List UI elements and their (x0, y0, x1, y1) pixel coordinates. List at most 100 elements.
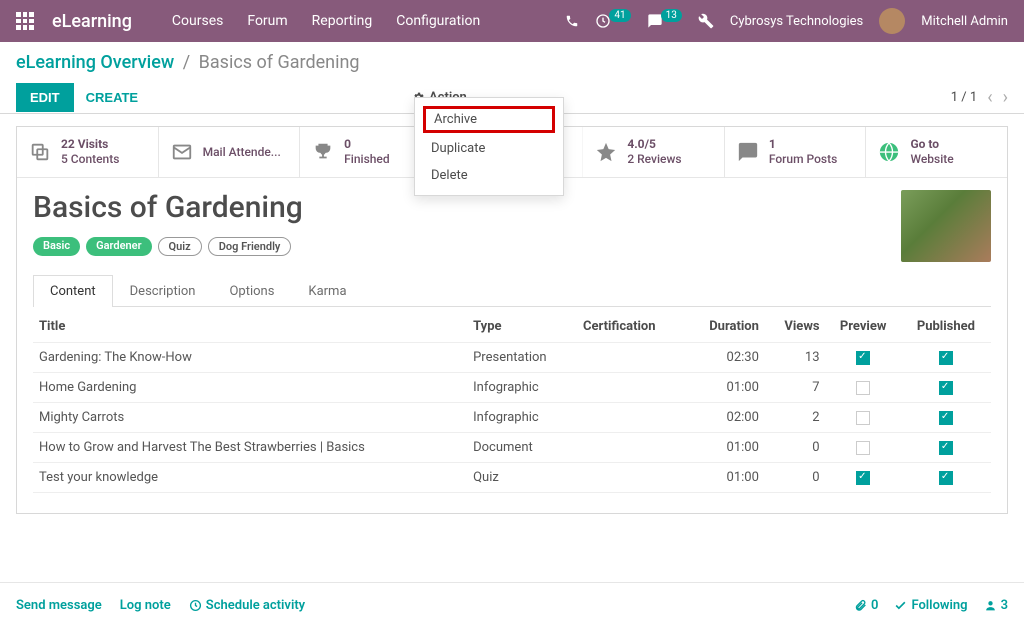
cell-views: 0 (765, 463, 826, 493)
schedule-activity-label: Schedule activity (206, 598, 305, 613)
th-views[interactable]: Views (765, 311, 826, 343)
copy-icon (29, 141, 51, 163)
star-icon (595, 141, 617, 163)
breadcrumb-root[interactable]: eLearning Overview (16, 52, 174, 73)
action-dropdown-menu: Archive Duplicate Delete (414, 97, 564, 196)
tab-content[interactable]: Content (33, 275, 113, 307)
systray: 41 13 Cybrosys Technologies Mitchell Adm… (565, 8, 1008, 34)
attachments-button[interactable]: 0 (854, 598, 878, 613)
table-row[interactable]: Home GardeningInfographic01:007 (33, 373, 991, 403)
cell-title: Mighty Carrots (33, 403, 467, 433)
cell-cert (577, 343, 686, 373)
table-row[interactable]: How to Grow and Harvest The Best Strawbe… (33, 433, 991, 463)
tag-gardener[interactable]: Gardener (86, 237, 151, 256)
cell-title: Home Gardening (33, 373, 467, 403)
cell-duration: 02:00 (686, 403, 765, 433)
stat-finished-bottom: Finished (344, 152, 389, 167)
breadcrumb: eLearning Overview / Basics of Gardening (16, 52, 1008, 73)
th-published[interactable]: Published (901, 311, 991, 343)
create-button[interactable]: CREATE (86, 90, 138, 105)
cell-type: Infographic (467, 403, 577, 433)
stat-visits[interactable]: 22 Visits5 Contents (17, 127, 159, 177)
stat-website[interactable]: Go toWebsite (866, 127, 1007, 177)
activities-button[interactable]: 41 (595, 13, 630, 29)
cell-published[interactable] (901, 373, 991, 403)
followers-button[interactable]: 3 (984, 598, 1008, 613)
comment-icon (737, 141, 759, 163)
cell-published[interactable] (901, 343, 991, 373)
brand-title: eLearning (52, 11, 132, 32)
stat-forum-top: 1 (769, 137, 837, 152)
table-row[interactable]: Test your knowledgeQuiz01:000 (33, 463, 991, 493)
following-button[interactable]: Following (894, 598, 967, 613)
cell-duration: 01:00 (686, 463, 765, 493)
stat-mail-label: Mail Attende... (203, 145, 281, 160)
log-note-button[interactable]: Log note (120, 598, 171, 613)
pager-text: 1 / 1 (951, 90, 977, 105)
paperclip-icon (854, 599, 867, 612)
tab-karma[interactable]: Karma (291, 275, 363, 307)
stat-rating-bottom: 2 Reviews (627, 152, 681, 167)
cell-preview[interactable] (826, 373, 901, 403)
check-icon (894, 599, 907, 612)
activities-count: 41 (609, 9, 630, 22)
stat-forum-bottom: Forum Posts (769, 152, 837, 167)
tag-basic[interactable]: Basic (33, 237, 80, 256)
th-cert[interactable]: Certification (577, 311, 686, 343)
action-delete[interactable]: Delete (415, 162, 563, 189)
menu-forum[interactable]: Forum (247, 13, 287, 29)
stat-finished-top: 0 (344, 137, 389, 152)
stat-forum[interactable]: 1Forum Posts (725, 127, 867, 177)
menu-courses[interactable]: Courses (172, 13, 223, 29)
cell-published[interactable] (901, 433, 991, 463)
stat-rating[interactable]: 4.0/52 Reviews (583, 127, 725, 177)
tab-options[interactable]: Options (212, 275, 291, 307)
breadcrumb-separator: / (183, 52, 190, 73)
table-row[interactable]: Gardening: The Know-HowPresentation02:30… (33, 343, 991, 373)
stat-mail-attendees[interactable]: Mail Attende... (159, 127, 301, 177)
cell-views: 2 (765, 403, 826, 433)
messages-button[interactable]: 13 (647, 13, 682, 29)
content-table: Title Type Certification Duration Views … (33, 311, 991, 493)
schedule-activity-button[interactable]: Schedule activity (189, 598, 305, 613)
th-preview[interactable]: Preview (826, 311, 901, 343)
clock-icon (189, 599, 202, 612)
cell-type: Document (467, 433, 577, 463)
cell-preview[interactable] (826, 433, 901, 463)
cell-preview[interactable] (826, 343, 901, 373)
pager-next[interactable]: › (1003, 87, 1008, 108)
apps-icon[interactable] (16, 12, 34, 30)
action-duplicate[interactable]: Duplicate (415, 135, 563, 162)
action-archive[interactable]: Archive (423, 106, 555, 133)
avatar[interactable] (879, 8, 905, 34)
user-icon (984, 599, 997, 612)
cell-duration: 02:30 (686, 343, 765, 373)
th-duration[interactable]: Duration (686, 311, 765, 343)
stat-rating-top: 4.0/5 (627, 137, 681, 152)
tag-dog-friendly[interactable]: Dog Friendly (208, 237, 292, 256)
cell-published[interactable] (901, 463, 991, 493)
cell-published[interactable] (901, 403, 991, 433)
pager-prev[interactable]: ‹ (987, 87, 992, 108)
breadcrumb-current: Basics of Gardening (199, 52, 360, 73)
tools-icon[interactable] (698, 13, 714, 29)
menu-reporting[interactable]: Reporting (312, 13, 373, 29)
course-image (901, 190, 991, 262)
stat-website-bottom: Website (910, 152, 953, 167)
tag-quiz[interactable]: Quiz (158, 237, 202, 256)
send-message-button[interactable]: Send message (16, 598, 102, 613)
tab-description[interactable]: Description (113, 275, 213, 307)
cell-type: Presentation (467, 343, 577, 373)
cell-preview[interactable] (826, 463, 901, 493)
th-title[interactable]: Title (33, 311, 467, 343)
menu-configuration[interactable]: Configuration (396, 13, 480, 29)
table-row[interactable]: Mighty CarrotsInfographic 02:002 (33, 403, 991, 433)
company-name[interactable]: Cybrosys Technologies (730, 14, 863, 29)
stat-visits-top: 22 Visits (61, 137, 119, 152)
pager: 1 / 1 ‹ › (951, 87, 1008, 108)
edit-button[interactable]: EDIT (16, 83, 74, 112)
phone-icon[interactable] (565, 14, 579, 28)
username[interactable]: Mitchell Admin (921, 14, 1008, 29)
cell-preview[interactable] (826, 403, 901, 433)
th-type[interactable]: Type (467, 311, 577, 343)
